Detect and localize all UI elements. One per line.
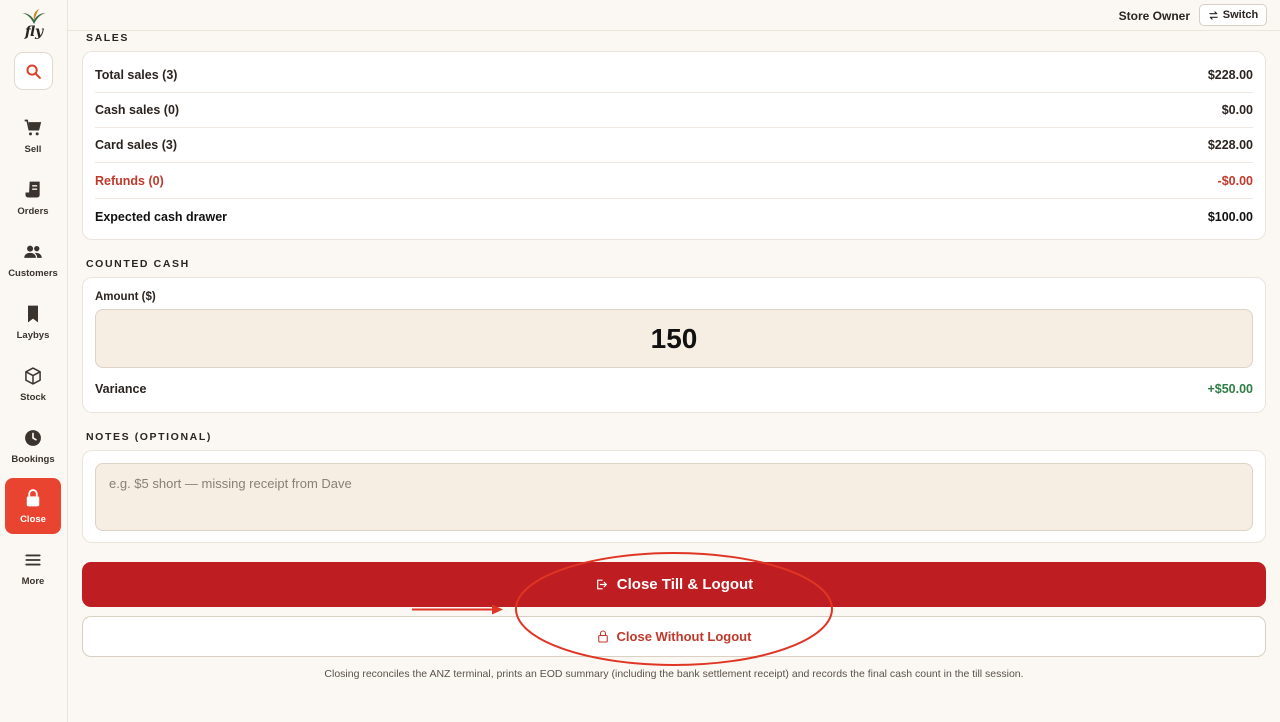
row-label: Refunds (0): [95, 174, 164, 188]
cart-icon: [24, 119, 42, 135]
row-label: Cash sales (0): [95, 103, 180, 117]
row-value: $0.00: [1221, 103, 1253, 117]
sales-row-card: Card sales (3) $228.00: [95, 128, 1253, 163]
variance-row: Variance +$50.00: [95, 382, 1253, 396]
row-value: $228.00: [1207, 68, 1253, 82]
notes-input[interactable]: [95, 463, 1253, 531]
nav-laybys[interactable]: Laybys: [5, 294, 61, 350]
logout-icon: [596, 579, 607, 590]
switch-label: Switch: [1222, 9, 1259, 21]
lock-icon: [597, 630, 608, 643]
nav-label: Stock: [20, 391, 46, 403]
sales-card: Total sales (3) $228.00 Cash sales (0) $…: [82, 51, 1266, 240]
nav-label: Sell: [24, 143, 42, 155]
row-value: -$0.00: [1217, 174, 1253, 188]
sales-row-expected-cash: Expected cash drawer $100.00: [95, 199, 1253, 234]
footnote: Closing reconciles the ANZ terminal, pri…: [324, 668, 1024, 680]
counted-cash-section-title: COUNTED CASH: [86, 258, 190, 270]
nav-sell[interactable]: Sell: [5, 108, 61, 164]
amount-label: Amount ($): [95, 291, 156, 303]
receipt-icon: [25, 181, 40, 197]
variance-label: Variance: [95, 382, 147, 396]
notes-section-title: NOTES (OPTIONAL): [86, 431, 212, 443]
sales-row-refunds: Refunds (0) -$0.00: [95, 164, 1253, 199]
top-divider: [68, 30, 1280, 31]
switch-user-button[interactable]: Switch: [1199, 4, 1267, 26]
sales-row-cash: Cash sales (0) $0.00: [95, 93, 1253, 128]
close-without-logout-label: Close Without Logout: [616, 629, 752, 644]
nav-customers[interactable]: Customers: [5, 232, 61, 288]
top-bar: Store Owner Switch: [68, 0, 1280, 30]
nav-stock[interactable]: Stock: [5, 356, 61, 412]
row-value: $228.00: [1207, 138, 1253, 152]
nav-orders[interactable]: Orders: [5, 170, 61, 226]
bookmark-icon: [28, 305, 38, 322]
search-button[interactable]: [14, 52, 53, 90]
swap-icon: [1209, 10, 1218, 20]
close-without-logout-button[interactable]: Close Without Logout: [82, 616, 1266, 657]
clock-icon: [25, 429, 41, 446]
nav-label: More: [21, 575, 45, 587]
nav-label: Laybys: [16, 329, 50, 341]
row-value: $100.00: [1207, 209, 1253, 224]
box-icon: [25, 366, 41, 385]
search-icon: [26, 63, 41, 79]
nav-label: Customers: [8, 267, 58, 279]
brand-logo[interactable]: fly: [20, 8, 48, 42]
menu-icon: [25, 554, 41, 565]
users-icon: [24, 245, 42, 258]
nav-bookings[interactable]: Bookings: [5, 418, 61, 474]
row-label: Expected cash drawer: [95, 209, 228, 224]
nav-close[interactable]: Close: [5, 478, 61, 534]
nav-more[interactable]: More: [5, 540, 61, 596]
sales-section-title: SALES: [86, 32, 130, 44]
close-till-logout-button[interactable]: Close Till & Logout: [82, 562, 1266, 607]
variance-value: +$50.00: [1207, 382, 1253, 396]
user-role: Store Owner: [1118, 9, 1190, 23]
amount-input[interactable]: [95, 309, 1253, 368]
sidebar: fly Sell Orders Customers Laybys Stock B…: [0, 0, 68, 722]
close-till-logout-label: Close Till & Logout: [616, 576, 754, 593]
row-label: Card sales (3): [95, 138, 177, 152]
lock-icon: [26, 488, 40, 506]
sales-row-total: Total sales (3) $228.00: [95, 58, 1253, 93]
notes-card: [82, 450, 1266, 543]
nav-label: Close: [20, 513, 46, 525]
nav-label: Bookings: [11, 453, 55, 465]
nav-label: Orders: [17, 205, 49, 217]
logo-text: fly: [24, 24, 44, 40]
counted-cash-card: Amount ($) Variance +$50.00: [82, 277, 1266, 413]
row-label: Total sales (3): [95, 68, 178, 82]
